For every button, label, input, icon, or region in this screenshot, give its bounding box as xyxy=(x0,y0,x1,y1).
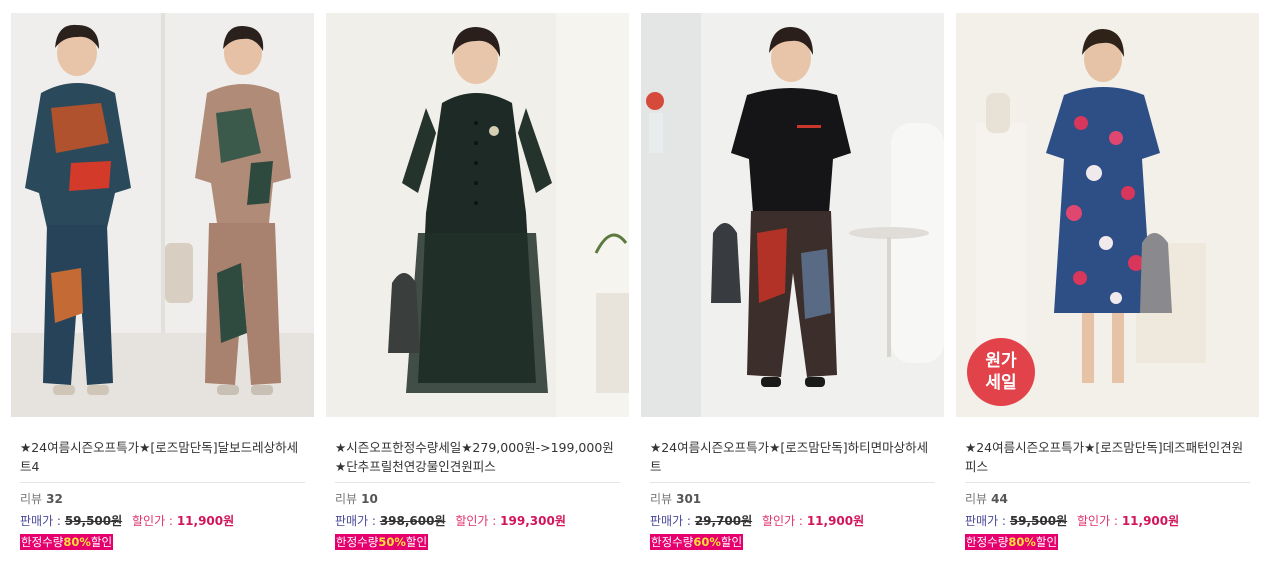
promo-suffix: 할인 xyxy=(90,535,113,549)
promo-prefix: 한정수량 xyxy=(336,535,379,549)
discount-price: 11,900원 xyxy=(806,514,865,528)
product-photo-black-top xyxy=(641,13,944,417)
review-label: 리뷰 xyxy=(335,492,358,506)
original-price: 59,500원 xyxy=(64,514,123,528)
product-image[interactable] xyxy=(11,13,314,417)
product-grid: ★24여름시즌오프특가★[로즈맘단독]달보드레상하세트4 리뷰 32 판매가 : … xyxy=(11,13,1259,550)
discount-label: 할인가 : xyxy=(1077,514,1118,528)
review-label: 리뷰 xyxy=(20,492,43,506)
discount-label: 할인가 : xyxy=(455,514,497,528)
price-label: 판매가 : xyxy=(965,514,1006,528)
price-line: 판매가 : 59,500원 할인가 : 11,900원 xyxy=(965,512,1250,529)
original-price: 59,500원 xyxy=(1009,514,1068,528)
product-title[interactable]: ★24여름시즌오프특가★[로즈맘단독]데즈패턴인견원피스 xyxy=(965,438,1250,483)
promo-percent: 60% xyxy=(693,535,721,549)
product-title[interactable]: ★24여름시즌오프특가★[로즈맘단독]달보드레상하세트4 xyxy=(20,438,305,483)
promo-percent: 80% xyxy=(1008,535,1036,549)
product-photo-two-women xyxy=(11,13,314,417)
badge-line2: 세일 xyxy=(985,373,1017,393)
promo-badge: 한정수량50%할인 xyxy=(335,534,429,550)
promo-badge: 한정수량80%할인 xyxy=(965,534,1059,550)
review-number: 32 xyxy=(46,492,63,506)
original-price-sale-badge: 원가 세일 xyxy=(967,338,1035,406)
review-count: 리뷰 301 xyxy=(650,490,935,507)
review-count: 리뷰 32 xyxy=(20,490,305,507)
promo-suffix: 할인 xyxy=(720,535,743,549)
original-price: 29,700원 xyxy=(694,514,753,528)
price-label: 판매가 : xyxy=(20,514,61,528)
promo-prefix: 한정수량 xyxy=(651,535,694,549)
review-number: 10 xyxy=(361,492,378,506)
original-price: 398,600원 xyxy=(379,514,446,528)
badge-line1: 원가 xyxy=(985,351,1017,371)
price-label: 판매가 : xyxy=(335,514,376,528)
product-card[interactable]: ★시즌오프한정수량세일★279,000원->199,000원★단추프릴천연강물인… xyxy=(326,13,629,550)
promo-badge: 한정수량60%할인 xyxy=(650,534,744,550)
product-image[interactable] xyxy=(641,13,944,417)
promo-suffix: 할인 xyxy=(1035,535,1058,549)
discount-price: 11,900원 xyxy=(1121,514,1180,528)
review-label: 리뷰 xyxy=(965,492,988,506)
review-label: 리뷰 xyxy=(650,492,673,506)
discount-price: 11,900원 xyxy=(176,514,235,528)
price-label: 판매가 : xyxy=(650,514,691,528)
promo-prefix: 한정수량 xyxy=(966,535,1009,549)
product-title[interactable]: ★시즌오프한정수량세일★279,000원->199,000원★단추프릴천연강물인… xyxy=(335,438,620,483)
discount-price: 199,300원 xyxy=(500,514,566,528)
product-photo-green-dress xyxy=(326,13,629,417)
review-count: 리뷰 44 xyxy=(965,490,1250,507)
review-number: 44 xyxy=(991,492,1008,506)
promo-prefix: 한정수량 xyxy=(21,535,64,549)
product-card[interactable]: ★24여름시즌오프특가★[로즈맘단독]하티면마상하세트 리뷰 301 판매가 : … xyxy=(641,13,944,550)
review-count: 리뷰 10 xyxy=(335,490,620,507)
promo-percent: 50% xyxy=(378,535,406,549)
price-line: 판매가 : 59,500원 할인가 : 11,900원 xyxy=(20,512,305,529)
product-card[interactable]: ★24여름시즌오프특가★[로즈맘단독]달보드레상하세트4 리뷰 32 판매가 : … xyxy=(11,13,314,550)
product-image[interactable]: 원가 세일 xyxy=(956,13,1259,417)
discount-label: 할인가 : xyxy=(132,514,173,528)
price-line: 판매가 : 29,700원 할인가 : 11,900원 xyxy=(650,512,935,529)
product-image[interactable] xyxy=(326,13,629,417)
promo-percent: 80% xyxy=(63,535,91,549)
product-card[interactable]: 원가 세일 ★24여름시즌오프특가★[로즈맘단독]데즈패턴인견원피스 리뷰 44 … xyxy=(956,13,1259,550)
discount-label: 할인가 : xyxy=(762,514,803,528)
review-number: 301 xyxy=(676,492,702,506)
price-line: 판매가 : 398,600원 할인가 : 199,300원 xyxy=(335,512,620,529)
promo-badge: 한정수량80%할인 xyxy=(20,534,114,550)
product-title[interactable]: ★24여름시즌오프특가★[로즈맘단독]하티면마상하세트 xyxy=(650,438,935,483)
promo-suffix: 할인 xyxy=(405,535,428,549)
